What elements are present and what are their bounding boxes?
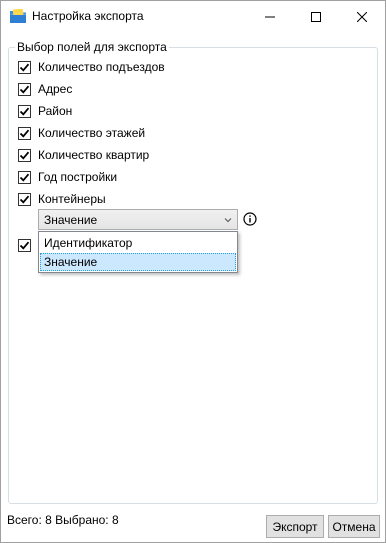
checkbox-containers[interactable] xyxy=(18,192,31,206)
export-settings-window: Настройка экспорта Выбор полей для экспо… xyxy=(0,0,386,543)
field-row-hidden[interactable] xyxy=(18,237,38,253)
title-bar[interactable]: Настройка экспорта xyxy=(1,1,385,32)
checkbox-label: Район xyxy=(38,104,73,118)
close-button[interactable] xyxy=(339,1,385,32)
field-row-containers[interactable]: Контейнеры xyxy=(18,191,106,207)
containers-mode-combobox[interactable]: Значение xyxy=(38,209,238,230)
checkbox-floors[interactable] xyxy=(18,126,31,140)
app-folder-icon xyxy=(10,9,26,23)
checkbox-label: Количество квартир xyxy=(38,148,150,162)
window-title: Настройка экспорта xyxy=(32,9,144,23)
checkbox-label: Адрес xyxy=(38,82,73,96)
checkbox-hidden-field[interactable] xyxy=(18,238,31,252)
checkbox-label: Год постройки xyxy=(38,170,118,184)
containers-mode-dropdown-list: Идентификатор Значение xyxy=(38,231,238,273)
field-row-year-built[interactable]: Год постройки xyxy=(18,169,117,185)
checkbox-district[interactable] xyxy=(18,104,31,118)
checkmark-icon xyxy=(19,63,30,72)
field-row-entrances[interactable]: Количество подъездов xyxy=(18,59,165,75)
checkmark-icon xyxy=(19,107,30,116)
checkmark-icon xyxy=(19,173,30,182)
chevron-down-icon[interactable] xyxy=(224,217,232,223)
checkbox-address[interactable] xyxy=(18,82,31,96)
minimize-button[interactable] xyxy=(247,1,293,32)
checkbox-year-built[interactable] xyxy=(18,170,31,184)
checkmark-icon xyxy=(19,85,30,94)
maximize-icon xyxy=(311,11,321,22)
combobox-selected-value: Значение xyxy=(44,213,98,227)
checkbox-entrances[interactable] xyxy=(18,60,31,74)
dropdown-option-identifier[interactable]: Идентификатор xyxy=(40,234,236,252)
checkmark-icon xyxy=(19,151,30,160)
field-row-floors[interactable]: Количество этажей xyxy=(18,125,145,141)
field-row-apartments[interactable]: Количество квартир xyxy=(18,147,149,163)
field-row-address[interactable]: Адрес xyxy=(18,81,72,97)
group-legend: Выбор полей для экспорта xyxy=(15,40,169,54)
checkmark-icon xyxy=(19,129,30,138)
checkbox-label: Количество подъездов xyxy=(38,60,165,74)
maximize-button[interactable] xyxy=(293,1,339,32)
cancel-button[interactable]: Отмена xyxy=(328,515,380,538)
checkmark-icon xyxy=(19,241,30,250)
checkbox-apartments[interactable] xyxy=(18,148,31,162)
export-button[interactable]: Экспорт xyxy=(266,515,324,538)
checkbox-label: Контейнеры xyxy=(38,192,106,206)
checkbox-label: Количество этажей xyxy=(38,126,146,140)
minimize-icon xyxy=(265,16,275,17)
selection-status: Всего: 8 Выбрано: 8 xyxy=(7,513,119,527)
field-row-district[interactable]: Район xyxy=(18,103,72,119)
checkmark-icon xyxy=(19,195,30,204)
dropdown-option-value[interactable]: Значение xyxy=(40,253,236,271)
info-icon[interactable] xyxy=(243,212,257,226)
close-icon xyxy=(357,11,367,22)
